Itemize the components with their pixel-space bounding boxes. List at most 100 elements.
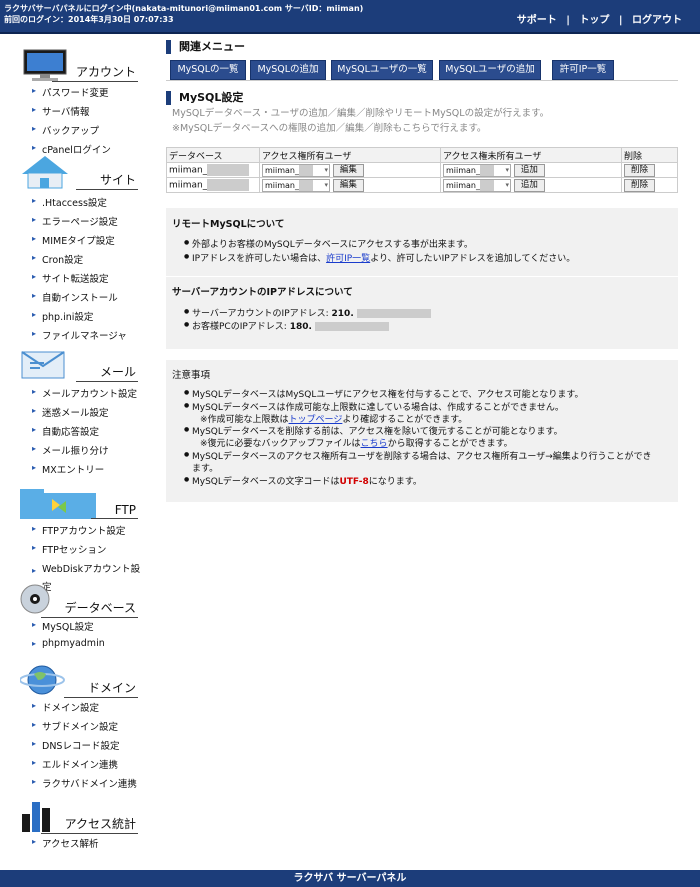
owner-cell: miiman_ ▾ 編集 xyxy=(259,177,441,193)
sidebar-item[interactable]: ドメイン設定 xyxy=(32,700,99,714)
related-tabs: MySQLの一覧 MySQLの追加 MySQLユーザの一覧 MySQLユーザの追… xyxy=(166,60,678,81)
login-info: ラクサバサーバパネルにログイン中(nakata-mitunori@miiman0… xyxy=(4,3,363,25)
sidebar-category-title: アクセス統計 xyxy=(40,815,138,834)
sidebar-item[interactable]: FTPセッション xyxy=(32,542,106,556)
remote-bullet-ip: IPアドレスを許可したい場合は、許可IP一覧より、許可したいIPアドレスを追加し… xyxy=(184,251,575,264)
nonowner-cell: miiman_ ▾ 追加 xyxy=(440,177,622,193)
tab-mysql-list[interactable]: MySQLの一覧 xyxy=(170,60,246,80)
table-row: miiman_ miiman_ ▾ 編集 miiman_ ▾ 追加 削除 xyxy=(166,177,678,193)
redacted-mask xyxy=(299,164,313,176)
sidebar-item[interactable]: phpmyadmin xyxy=(32,638,105,649)
redacted-mask xyxy=(356,309,431,318)
edit-button[interactable]: 編集 xyxy=(332,163,364,177)
sidebar-category-domain: ドメイン xyxy=(18,662,138,700)
sidebar-item[interactable]: サイト転送設定 xyxy=(32,271,108,285)
owner-user-select[interactable]: miiman_ ▾ xyxy=(262,163,330,177)
separator: | xyxy=(618,15,623,26)
last-login: 前回のログイン：2014年3月30日 07:07:33 xyxy=(4,15,174,24)
ip-info-title: サーバーアカウントのIPアドレスについて xyxy=(172,287,353,298)
chevron-down-icon: ▾ xyxy=(324,165,328,174)
sidebar-item[interactable]: ファイルマネージャ xyxy=(32,328,127,342)
sidebar-item[interactable]: アクセス解析 xyxy=(32,836,98,850)
sidebar-item[interactable]: FTPアカウント設定 xyxy=(32,523,125,537)
tab-mysql-user-list[interactable]: MySQLユーザの一覧 xyxy=(331,60,433,80)
sidebar-item[interactable]: メールアカウント設定 xyxy=(32,386,137,400)
column-header: 削除 xyxy=(621,147,678,163)
server-ip: サーバーアカウントのIPアドレス: 210. xyxy=(184,306,431,319)
sidebar-category-ftp: FTP xyxy=(18,483,138,521)
nonowner-user-select[interactable]: miiman_ ▾ xyxy=(443,178,511,192)
owner-cell: miiman_ ▾ 編集 xyxy=(259,162,441,178)
table-row: miiman_ miiman_ ▾ 編集 miiman_ ▾ 追加 削除 xyxy=(166,162,678,178)
table-header-row: データベース アクセス権所有ユーザ アクセス権未所有ユーザ 削除 xyxy=(166,147,678,163)
sidebar-item[interactable]: MySQL設定 xyxy=(32,619,94,633)
mysql-settings-heading: MySQL設定 xyxy=(166,91,243,105)
edit-button[interactable]: 編集 xyxy=(332,178,364,192)
sidebar-item[interactable]: 自動応答設定 xyxy=(32,424,99,438)
divider xyxy=(166,276,678,277)
tab-mysql-user-add[interactable]: MySQLユーザの追加 xyxy=(439,60,541,80)
sidebar-item[interactable]: 自動インストール xyxy=(32,290,118,304)
sidebar-item[interactable]: DNSレコード設定 xyxy=(32,738,120,752)
sidebar-item[interactable]: MIMEタイプ設定 xyxy=(32,233,115,247)
column-header: アクセス権未所有ユーザ xyxy=(440,147,622,163)
support-link[interactable]: サポート xyxy=(517,15,557,26)
add-button[interactable]: 追加 xyxy=(513,178,545,192)
sidebar-category-title: FTP xyxy=(90,503,138,519)
sidebar-item[interactable]: .Htaccess設定 xyxy=(32,195,107,209)
sidebar-item[interactable]: パスワード変更 xyxy=(32,85,108,99)
sidebar-item[interactable]: Cron設定 xyxy=(32,252,83,266)
notes-panel: 注意事項 MySQLデータベースはMySQLユーザにアクセス権を付与することで、… xyxy=(166,360,678,502)
globe-icon xyxy=(20,665,65,695)
add-button[interactable]: 追加 xyxy=(513,163,545,177)
related-menu-heading: 関連メニュー xyxy=(166,40,245,54)
sidebar-item[interactable]: MXエントリー xyxy=(32,462,104,476)
note-subitem: ※復元に必要なバックアップファイルはこちらから取得することができます。 xyxy=(200,439,513,449)
separator: | xyxy=(566,15,570,26)
house-icon xyxy=(22,156,68,189)
sidebar-item[interactable]: メール振り分け xyxy=(32,443,108,457)
database-name: miiman_ xyxy=(169,165,208,176)
nonowner-user-select[interactable]: miiman_ ▾ xyxy=(443,163,511,177)
sidebar-item[interactable]: エラーページ設定 xyxy=(32,214,118,228)
redacted-mask xyxy=(480,179,494,191)
redacted-mask xyxy=(207,164,250,176)
sidebar-item[interactable]: バックアップ xyxy=(32,123,99,137)
sidebar-item[interactable]: ラクサバドメイン連携 xyxy=(32,776,137,790)
sidebar-item[interactable]: php.ini設定 xyxy=(32,309,93,323)
sidebar-category-title: メール xyxy=(75,363,138,382)
redacted-mask xyxy=(299,179,313,191)
nonowner-cell: miiman_ ▾ 追加 xyxy=(440,162,622,178)
sidebar-item[interactable]: サブドメイン設定 xyxy=(32,719,118,733)
footer: ラクサバ サーバーパネル xyxy=(0,870,700,887)
note-item-charset: MySQLデータベースの文字コードはUTF-8になります。 xyxy=(184,474,422,487)
delete-cell: 削除 xyxy=(621,177,678,193)
redacted-mask xyxy=(207,179,250,191)
sidebar-item[interactable]: エルドメイン連携 xyxy=(32,757,118,771)
owner-user-select[interactable]: miiman_ ▾ xyxy=(262,178,330,192)
note-item: MySQLデータベースのアクセス権所有ユーザを削除する場合は、アクセス権所有ユー… xyxy=(184,449,652,462)
backup-link[interactable]: こちら xyxy=(361,439,388,449)
sidebar-item[interactable]: サーバ情報 xyxy=(32,104,89,118)
header-links: サポート | トップ | ログアウト xyxy=(517,11,682,26)
delete-button[interactable]: 削除 xyxy=(624,178,656,192)
sidebar-category-title: データベース xyxy=(40,599,138,618)
tab-mysql-add[interactable]: MySQLの追加 xyxy=(250,60,326,80)
tab-allowed-ip-list[interactable]: 許可IP一覧 xyxy=(552,60,614,80)
sidebar-category-site: サイト xyxy=(18,154,138,192)
folder-icon xyxy=(20,489,96,519)
top-link[interactable]: トップ xyxy=(579,15,609,26)
note-item-continued: ます。 xyxy=(192,464,219,474)
allowed-ip-link[interactable]: 許可IP一覧 xyxy=(326,254,370,264)
delete-button[interactable]: 削除 xyxy=(624,163,656,177)
notes-title: 注意事項 xyxy=(172,370,211,381)
client-ip: お客様PCのIPアドレス: 180. xyxy=(184,319,389,332)
redacted-mask xyxy=(480,164,494,176)
chevron-down-icon: ▾ xyxy=(505,165,509,174)
note-item: MySQLデータベースはMySQLユーザにアクセス権を付与することで、アクセス可… xyxy=(184,387,583,400)
sidebar-category-database: データベース xyxy=(18,582,138,620)
sidebar-category-title: アカウント xyxy=(51,63,138,82)
chevron-down-icon: ▾ xyxy=(505,180,509,189)
logout-link[interactable]: ログアウト xyxy=(632,15,682,26)
sidebar-item[interactable]: 迷惑メール設定 xyxy=(32,405,108,419)
